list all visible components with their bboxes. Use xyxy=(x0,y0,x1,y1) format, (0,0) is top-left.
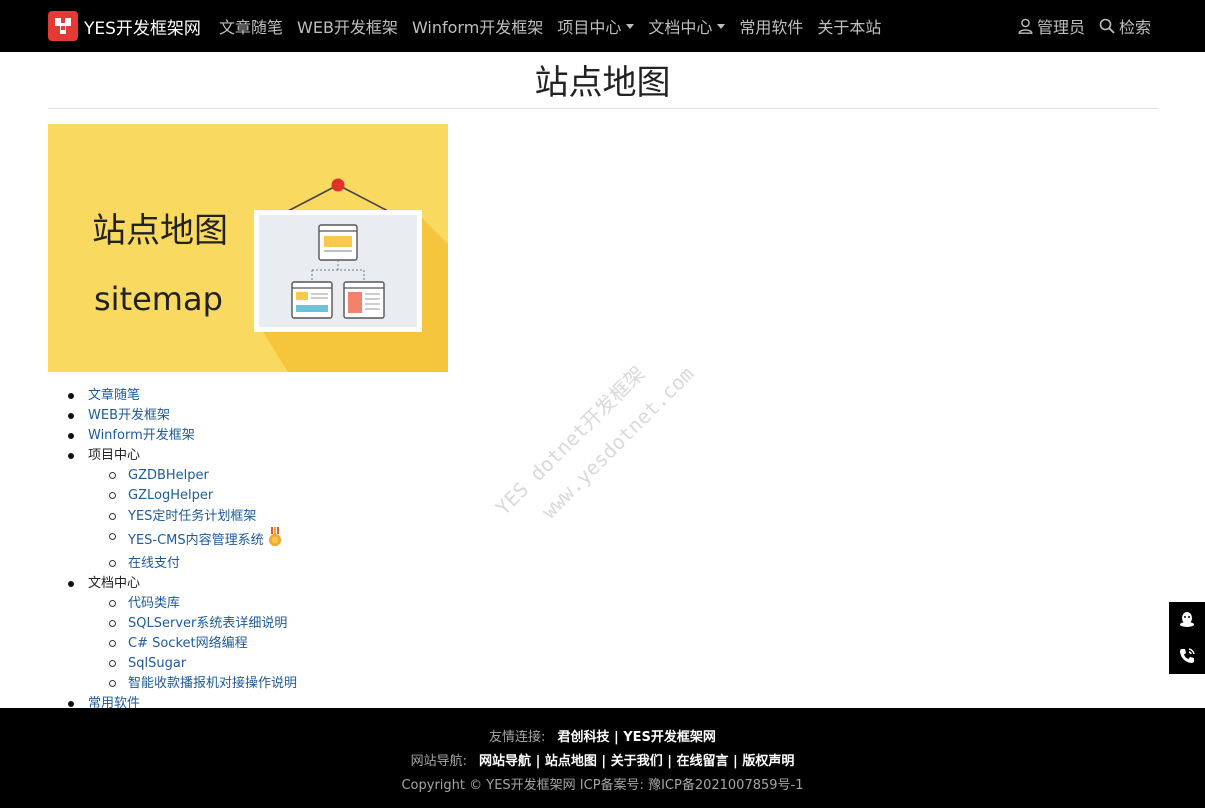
sitemap-banner-image: 站点地图 sitemap xyxy=(48,124,448,372)
footer-nav-link[interactable]: 关于我们 xyxy=(611,754,663,769)
list-item: 代码类库 xyxy=(88,594,297,614)
footer-sitenav-row: 网站导航: 网站导航 | 站点地图 | 关于我们 | 在线留言 | 版权声明 xyxy=(410,754,795,769)
list-item: 在线支付 xyxy=(88,554,297,574)
main-nav: 文章随笔 WEB开发框架 Winform开发框架 项目中心 文档中心 常用软件 … xyxy=(219,0,895,52)
watermark: YES dotnet开发框架 www.yesdotnet.com xyxy=(488,334,699,545)
user-icon xyxy=(1018,18,1033,34)
nav-right: 管理员 检索 xyxy=(1004,0,1151,52)
brand-logo-icon xyxy=(48,11,78,41)
watermark-line1: YES dotnet开发框架 xyxy=(490,361,650,520)
sitemap-link-winform-framework[interactable]: Winform开发框架 xyxy=(88,428,195,443)
footer-nav-link[interactable]: 版权声明 xyxy=(742,754,794,769)
sitemap-group-projects: 项目中心 xyxy=(88,448,141,464)
nav-item-label: 文章随笔 xyxy=(219,18,284,37)
footer-friend-link[interactable]: YES开发框架网 xyxy=(623,730,716,745)
list-item: 文章随笔 xyxy=(48,386,297,406)
list-item: SQLServer系统表详细说明 xyxy=(88,614,297,634)
sitemap-link-csharp-socket[interactable]: C# Socket网络编程 xyxy=(128,636,248,651)
list-item: C# Socket网络编程 xyxy=(88,634,297,654)
list-item: SqlSugar xyxy=(88,654,297,674)
nav-item-articles[interactable]: 文章随笔 xyxy=(219,14,283,38)
footer-nav-link[interactable]: 站点地图 xyxy=(545,754,597,769)
sitemap-link-yes-scheduler[interactable]: YES定时任务计划框架 xyxy=(128,509,256,524)
list-item: YES定时任务计划框架 xyxy=(88,507,297,527)
admin-label: 管理员 xyxy=(1036,18,1085,37)
footer-friends-label: 友情连接: xyxy=(489,730,546,745)
nav-item-label: 常用软件 xyxy=(739,18,804,37)
sitemap-link-gzdbhelper[interactable]: GZDBHelper xyxy=(128,468,209,483)
list-item: WEB开发框架 xyxy=(48,406,297,426)
brand-link[interactable]: YES开发框架网 xyxy=(48,10,201,42)
page-title: 站点地图 xyxy=(534,63,671,103)
sitemap-link-sqlsugar[interactable]: SqlSugar xyxy=(128,656,186,671)
search-link[interactable]: 检索 xyxy=(1099,14,1151,38)
search-label: 检索 xyxy=(1118,18,1151,37)
sitemap-link-payment-speaker[interactable]: 智能收款播报机对接操作说明 xyxy=(128,676,297,691)
caret-down-icon xyxy=(717,23,726,29)
footer-copyright: Copyright © YES开发框架网 ICP备案号: 豫ICP备202100… xyxy=(401,778,804,793)
search-icon xyxy=(1099,18,1115,34)
phone-button[interactable] xyxy=(1169,638,1205,674)
sitemap-link-web-framework[interactable]: WEB开发框架 xyxy=(88,408,170,423)
list-item: 智能收款播报机对接操作说明 xyxy=(88,674,297,694)
nav-item-about[interactable]: 关于本站 xyxy=(817,14,881,38)
sitemap-link-online-payment[interactable]: 在线支付 xyxy=(128,556,180,571)
nav-item-label: 文档中心 xyxy=(648,18,713,37)
brand-name: YES开发框架网 xyxy=(84,18,201,39)
phone-icon xyxy=(1180,648,1195,663)
list-item: 文档中心 代码类库 SQLServer系统表详细说明 C# Socket网络编程… xyxy=(48,574,297,695)
qq-icon xyxy=(1180,612,1194,627)
list-item: YES-CMS内容管理系统 xyxy=(88,526,297,554)
nav-item-label: 项目中心 xyxy=(557,18,622,37)
footer-sitenav-label: 网站导航: xyxy=(410,754,468,769)
top-navbar: YES开发框架网 文章随笔 WEB开发框架 Winform开发框架 项目中心 文… xyxy=(0,0,1205,52)
list-item: GZLogHelper xyxy=(88,486,297,506)
list-item: GZDBHelper xyxy=(88,466,297,486)
qq-button[interactable] xyxy=(1169,602,1205,638)
footer-nav-link[interactable]: 网站导航 xyxy=(479,754,531,769)
footer-nav-link[interactable]: 在线留言 xyxy=(677,754,729,769)
sitemap-list: 文章随笔 WEB开发框架 Winform开发框架 项目中心 GZDBHelper… xyxy=(48,386,297,715)
sitemap-link-sqlserver-tables[interactable]: SQLServer系统表详细说明 xyxy=(128,616,287,631)
nav-item-label: 关于本站 xyxy=(817,18,882,37)
nav-item-label: WEB开发框架 xyxy=(297,18,398,37)
footer: 友情连接: 君创科技 | YES开发框架网 网站导航: 网站导航 | 站点地图 | … xyxy=(0,708,1205,808)
nav-item-label: Winform开发框架 xyxy=(411,18,544,37)
nav-item-winform-framework[interactable]: Winform开发框架 xyxy=(412,14,543,38)
medal-icon xyxy=(268,526,282,554)
sitemap-link-code-library[interactable]: 代码类库 xyxy=(128,596,180,611)
side-toolbar xyxy=(1169,602,1205,674)
sitemap-link-articles[interactable]: 文章随笔 xyxy=(88,388,140,403)
sitemap-group-docs: 文档中心 xyxy=(88,575,141,591)
banner-title-cn: 站点地图 xyxy=(92,211,228,251)
footer-friends-row: 友情连接: 君创科技 | YES开发框架网 xyxy=(489,730,716,745)
list-item: Winform开发框架 xyxy=(48,426,297,446)
footer-friend-link[interactable]: 君创科技 xyxy=(557,730,609,745)
banner-title-en: sitemap xyxy=(94,280,223,318)
sitemap-link-yes-cms[interactable]: YES-CMS内容管理系统 xyxy=(128,533,264,548)
nav-item-docs[interactable]: 文档中心 xyxy=(648,14,726,38)
nav-item-software[interactable]: 常用软件 xyxy=(739,14,803,38)
caret-down-icon xyxy=(626,23,635,29)
nav-item-web-framework[interactable]: WEB开发框架 xyxy=(297,14,398,38)
nav-item-projects[interactable]: 项目中心 xyxy=(557,14,635,38)
watermark-line2: www.yesdotnet.com xyxy=(536,361,699,524)
list-item: 项目中心 GZDBHelper GZLogHelper YES定时任务计划框架 … xyxy=(48,446,297,574)
title-divider xyxy=(48,108,1158,109)
admin-link[interactable]: 管理员 xyxy=(1018,14,1085,38)
sitemap-link-gzloghelper[interactable]: GZLogHelper xyxy=(128,488,213,503)
